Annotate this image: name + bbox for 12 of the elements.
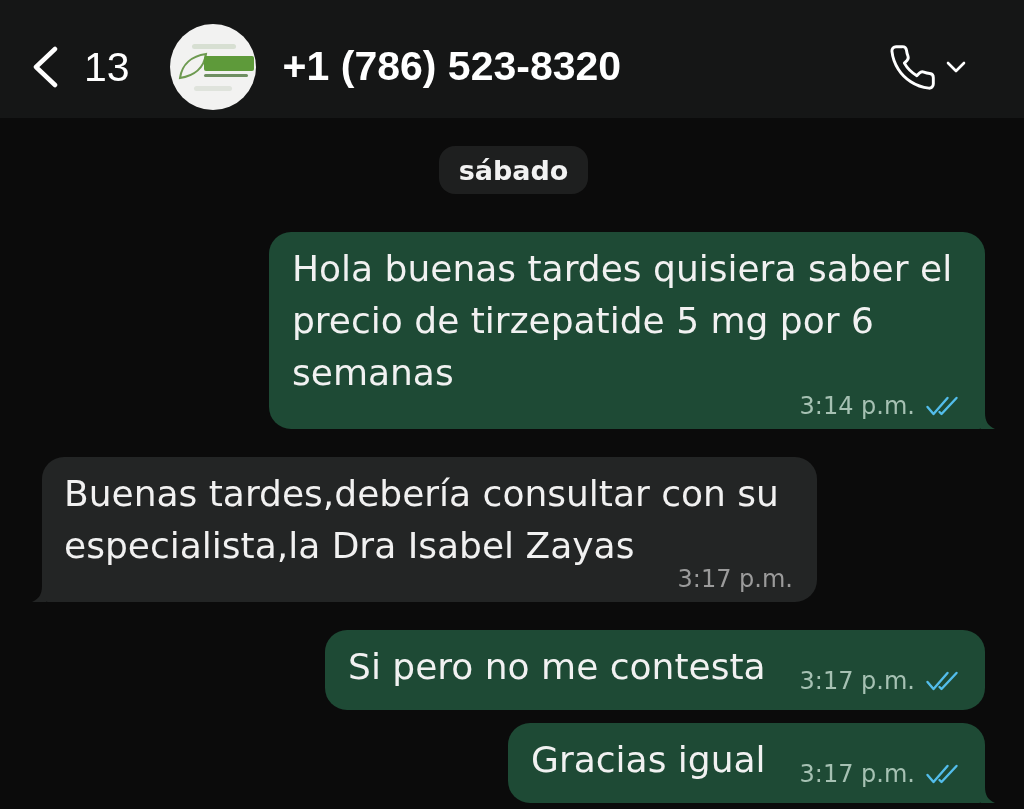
- message-text: Hola buenas tardes quisiera saber el precio de tirzepatide 5 mg por 6 semanas: [292, 248, 953, 393]
- message-text: Si pero no me contesta: [348, 646, 766, 687]
- back-button[interactable]: 13: [32, 46, 130, 88]
- message-text: Buenas tardes,debería consultar con su especialista,la Dra Isabel Zayas: [64, 473, 779, 566]
- avatar-icon[interactable]: [169, 24, 256, 110]
- message-text: Gracias igual: [531, 739, 766, 780]
- chevron-down-icon: [946, 61, 966, 73]
- contact-name[interactable]: +1 (786) 523-8320: [282, 42, 622, 92]
- phone-icon: [890, 44, 935, 90]
- date-chip: sábado: [438, 146, 589, 194]
- call-button[interactable]: [890, 44, 966, 90]
- chevron-left-icon: [32, 46, 58, 88]
